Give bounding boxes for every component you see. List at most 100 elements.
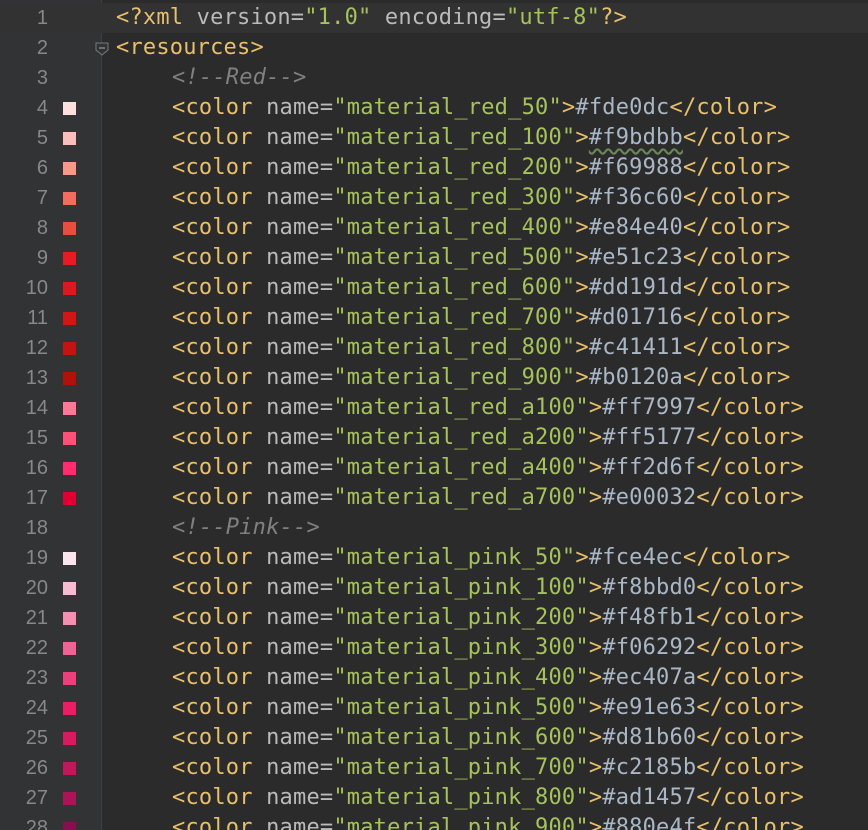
code-line[interactable]: 18 <!--Pink--> bbox=[0, 513, 868, 543]
color-swatch[interactable] bbox=[63, 162, 76, 175]
code-line[interactable]: 9 <color name="material_red_500">#e51c23<… bbox=[0, 243, 868, 273]
name-attribute: name= bbox=[252, 305, 334, 330]
code-text: <color name="material_red_800">#c41411</… bbox=[116, 333, 791, 363]
fold-minus-icon[interactable] bbox=[95, 42, 109, 56]
line-number: 7 bbox=[36, 187, 48, 209]
color-open-tag: <color bbox=[172, 545, 253, 570]
code-text: <color name="material_pink_900">#880e4f<… bbox=[116, 813, 804, 830]
code-line[interactable]: 26 <color name="material_pink_700">#c2185… bbox=[0, 753, 868, 783]
line-number: 24 bbox=[25, 697, 48, 719]
color-swatch[interactable] bbox=[63, 462, 76, 475]
name-attribute: name= bbox=[252, 395, 334, 420]
code-line[interactable]: 15 <color name="material_red_a200">#ff517… bbox=[0, 423, 868, 453]
color-swatch[interactable] bbox=[63, 762, 76, 775]
color-close-tag: </color> bbox=[682, 335, 791, 360]
code-line[interactable]: 21 <color name="material_pink_200">#f48fb… bbox=[0, 603, 868, 633]
code-line[interactable]: 20 <color name="material_pink_100">#f8bbd… bbox=[0, 573, 868, 603]
code-text: <color name="material_red_500">#e51c23</… bbox=[116, 243, 791, 273]
code-line[interactable]: 7 <color name="material_red_300">#f36c60<… bbox=[0, 183, 868, 213]
code-line[interactable]: 17 <color name="material_red_a700">#e0003… bbox=[0, 483, 868, 513]
color-swatch[interactable] bbox=[63, 402, 76, 415]
color-swatch[interactable] bbox=[63, 102, 76, 115]
code-line[interactable]: 4 <color name="material_red_50">#fde0dc</… bbox=[0, 93, 868, 123]
color-close-tag: </color> bbox=[696, 815, 804, 830]
color-swatch[interactable] bbox=[63, 222, 76, 235]
code-line[interactable]: 25 <color name="material_pink_600">#d81b6… bbox=[0, 723, 868, 753]
code-line[interactable]: 23 <color name="material_pink_400">#ec407… bbox=[0, 663, 868, 693]
color-swatch[interactable] bbox=[63, 342, 76, 355]
line-number: 5 bbox=[36, 127, 48, 149]
color-close-tag: </color> bbox=[696, 785, 804, 810]
tag-close-bracket: > bbox=[575, 215, 589, 240]
color-open-tag: <color bbox=[172, 455, 253, 480]
code-line[interactable]: 22 <color name="material_pink_300">#f0629… bbox=[0, 633, 868, 663]
color-swatch[interactable] bbox=[63, 642, 76, 655]
name-attribute: name= bbox=[252, 545, 334, 570]
color-swatch[interactable] bbox=[63, 822, 76, 830]
code-line[interactable]: 11 <color name="material_red_700">#d01716… bbox=[0, 303, 868, 333]
color-name-value: "material_pink_500" bbox=[333, 695, 589, 720]
code-line[interactable]: 16 <color name="material_red_a400">#ff2d6… bbox=[0, 453, 868, 483]
color-close-tag: </color> bbox=[682, 155, 791, 180]
code-line[interactable]: 27 <color name="material_pink_800">#ad145… bbox=[0, 783, 868, 813]
code-line[interactable]: 8 <color name="material_red_400">#e84e40<… bbox=[0, 213, 868, 243]
line-number: 11 bbox=[27, 307, 48, 329]
code-line[interactable]: 10 <color name="material_red_600">#dd191d… bbox=[0, 273, 868, 303]
line-number: 25 bbox=[25, 727, 48, 749]
color-name-value: "material_red_100" bbox=[333, 125, 576, 150]
color-hex-value: #ff7997 bbox=[602, 395, 697, 420]
color-swatch[interactable] bbox=[63, 492, 76, 505]
color-swatch[interactable] bbox=[63, 582, 76, 595]
color-hex-value: #f06292 bbox=[602, 635, 697, 660]
tag-close-bracket: > bbox=[588, 635, 603, 660]
name-attribute: name= bbox=[252, 635, 334, 660]
code-line[interactable]: 28 <color name="material_pink_900">#880e4… bbox=[0, 813, 868, 830]
code-line[interactable]: 3 <!--Red--> bbox=[0, 63, 868, 93]
code-line[interactable]: 2 <resources> bbox=[0, 33, 868, 63]
code-text: <color name="material_red_200">#f69988</… bbox=[116, 153, 791, 183]
color-name-value: "material_red_900" bbox=[333, 365, 576, 390]
color-swatch[interactable] bbox=[63, 132, 76, 145]
code-line[interactable]: 19 <color name="material_pink_50">#fce4ec… bbox=[0, 543, 868, 573]
color-hex-value: #ff2d6f bbox=[602, 455, 697, 480]
color-open-tag: <color bbox=[172, 575, 253, 600]
code-line[interactable]: 13 <color name="material_red_900">#b0120a… bbox=[0, 363, 868, 393]
color-swatch[interactable] bbox=[63, 312, 76, 325]
code-text: <color name="material_red_900">#b0120a</… bbox=[116, 363, 791, 393]
code-line[interactable]: 6 <color name="material_red_200">#f69988<… bbox=[0, 153, 868, 183]
color-name-value: "material_red_500" bbox=[333, 245, 576, 270]
color-close-tag: </color> bbox=[682, 215, 791, 240]
name-attribute: name= bbox=[252, 575, 334, 600]
color-swatch[interactable] bbox=[63, 612, 76, 625]
color-hex-value: #c2185b bbox=[602, 755, 697, 780]
xml-space bbox=[371, 5, 384, 30]
color-swatch[interactable] bbox=[63, 732, 76, 745]
tag-close-bracket: > bbox=[575, 245, 589, 270]
color-swatch[interactable] bbox=[63, 702, 76, 715]
color-open-tag: <color bbox=[172, 755, 253, 780]
color-open-tag: <color bbox=[172, 725, 253, 750]
color-swatch[interactable] bbox=[63, 372, 76, 385]
color-swatch[interactable] bbox=[63, 432, 76, 445]
name-attribute: name= bbox=[252, 125, 334, 150]
color-hex-value: #d81b60 bbox=[602, 725, 697, 750]
color-swatch[interactable] bbox=[63, 252, 76, 265]
code-line[interactable]: 5 <color name="material_red_100">#f9bdbb<… bbox=[0, 123, 868, 153]
color-swatch[interactable] bbox=[63, 792, 76, 805]
color-swatch[interactable] bbox=[63, 672, 76, 685]
color-name-value: "material_pink_400" bbox=[333, 665, 589, 690]
color-swatch[interactable] bbox=[63, 282, 76, 295]
name-attribute: name= bbox=[252, 725, 334, 750]
color-name-value: "material_pink_100" bbox=[333, 575, 589, 600]
color-swatch[interactable] bbox=[63, 192, 76, 205]
line-number: 21 bbox=[25, 607, 48, 629]
code-text: <color name="material_red_50">#fde0dc</c… bbox=[116, 93, 777, 123]
name-attribute: name= bbox=[252, 695, 334, 720]
color-swatch[interactable] bbox=[63, 552, 76, 565]
code-line[interactable]: 24 <color name="material_pink_500">#e91e6… bbox=[0, 693, 868, 723]
code-line[interactable]: 12 <color name="material_red_800">#c41411… bbox=[0, 333, 868, 363]
code-editor[interactable]: 1 <?xml version="1.0" encoding="utf-8"?> 2… bbox=[0, 0, 868, 830]
code-line[interactable]: 1 <?xml version="1.0" encoding="utf-8"?> bbox=[0, 3, 868, 33]
color-hex-value: #dd191d bbox=[588, 275, 683, 300]
code-line[interactable]: 14 <color name="material_red_a100">#ff799… bbox=[0, 393, 868, 423]
